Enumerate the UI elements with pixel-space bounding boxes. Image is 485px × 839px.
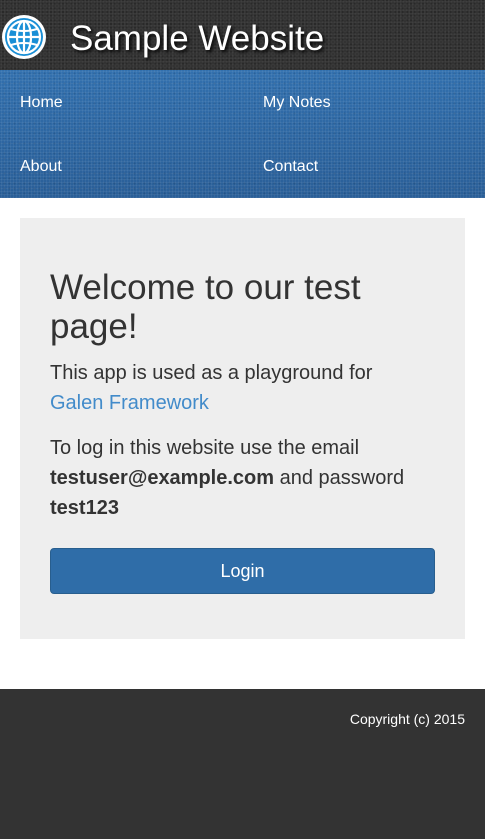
site-title: Sample Website — [70, 19, 325, 58]
nav-item-home[interactable]: Home — [20, 93, 63, 113]
password-value: test123 — [50, 497, 119, 519]
login-button[interactable]: Login — [50, 548, 435, 594]
site-header: Sample Website — [0, 0, 485, 70]
and-password-text: and password — [279, 467, 405, 489]
nav-item-my-notes[interactable]: My Notes — [263, 93, 331, 113]
email-value: testuser@example.com — [50, 467, 275, 489]
login-instructions: To log in this website use the email tes… — [50, 433, 445, 523]
site-footer: Copyright (c) 2015 — [0, 689, 485, 839]
intro-paragraph: This app is used as a playground for Gal… — [50, 358, 445, 418]
globe-icon[interactable] — [1, 14, 47, 60]
nav-item-contact[interactable]: Contact — [263, 157, 318, 177]
intro-text: This app is used as a playground for — [50, 362, 373, 384]
copyright-text: Copyright (c) 2015 — [349, 711, 465, 727]
nav-item-about[interactable]: About — [20, 157, 62, 177]
login-text: To log in this website use the email — [50, 437, 360, 459]
galen-framework-link[interactable]: Galen Framework — [50, 392, 209, 414]
main-nav: Home My Notes About Contact — [0, 70, 485, 198]
welcome-heading: Welcome to our test page! — [50, 268, 361, 346]
